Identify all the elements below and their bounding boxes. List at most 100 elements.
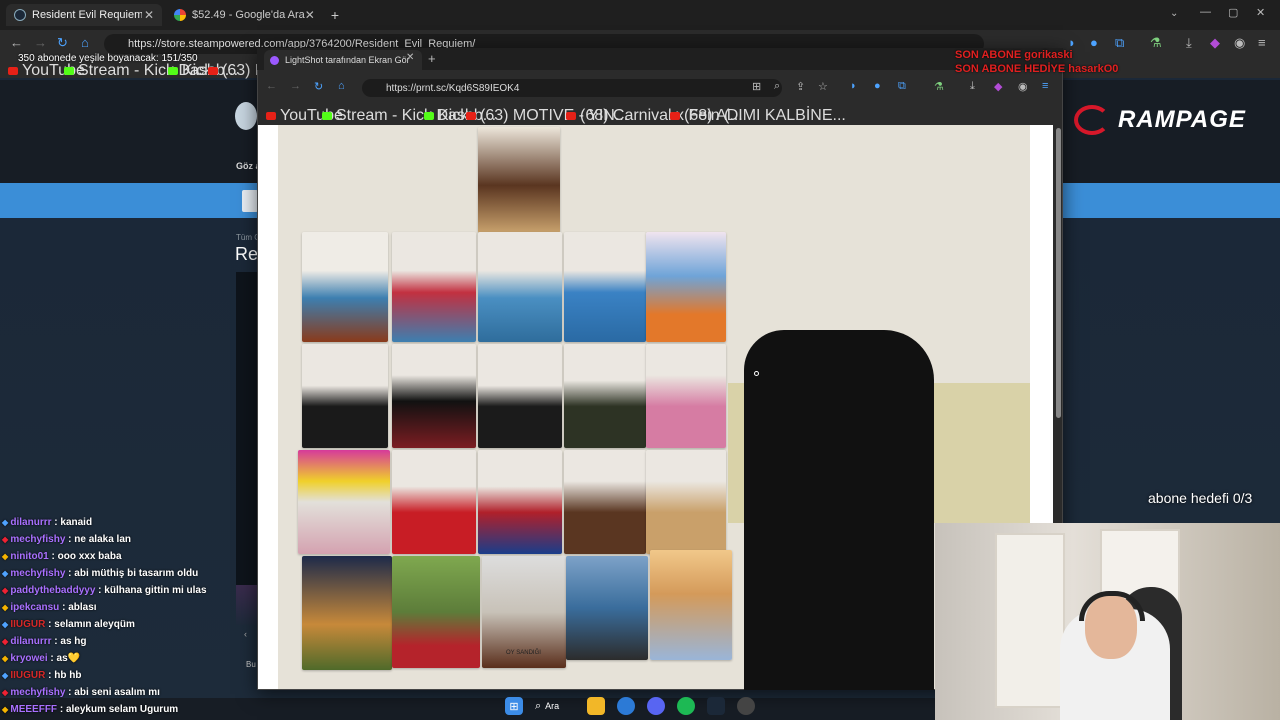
rampage-logo-icon [1074, 105, 1110, 135]
new-tab-button[interactable]: + [326, 4, 344, 26]
close-window-icon[interactable]: ✕ [1256, 6, 1265, 19]
google-favicon-icon [174, 9, 186, 21]
kick-icon [64, 67, 74, 75]
start-icon[interactable]: ⊞ [505, 697, 523, 715]
new-tab-button[interactable]: + [428, 51, 436, 66]
chat-username[interactable]: mechyfishy [10, 568, 65, 579]
chat-message: ◆ IIUGUR : hb hb [2, 670, 81, 681]
last-gift-subscriber-text: SON ABONE HEDİYE hasarkO0 [955, 63, 1119, 75]
tab-steam[interactable]: Resident Evil Requiem Steam'd ✕ [6, 4, 162, 26]
rampage-wordmark: RAMPAGE [1118, 106, 1246, 133]
chat-username[interactable]: IIUGUR [10, 670, 45, 681]
steam-icon[interactable] [707, 697, 725, 715]
child-photo [298, 450, 390, 554]
chat-username[interactable]: MEEEFFF [10, 704, 57, 715]
mouse-cursor-icon [754, 371, 759, 376]
download-icon[interactable]: ⤓ [1186, 35, 1192, 51]
discord-icon[interactable] [647, 697, 665, 715]
youtube-icon [670, 112, 680, 120]
child-photo [646, 344, 726, 448]
tab-search-icon[interactable]: ⌄ [1170, 8, 1178, 19]
carousel-left-icon[interactable]: ‹ [244, 629, 247, 639]
steam-logo-icon[interactable] [235, 102, 257, 130]
extension-icon[interactable]: ◗ [850, 80, 857, 92]
reload-icon[interactable]: ↻ [314, 80, 323, 93]
chat-username[interactable]: dilanurrr [10, 636, 51, 647]
scrollbar[interactable] [1056, 128, 1061, 418]
chat-username[interactable]: dilanurrr [10, 517, 51, 528]
child-photo [302, 556, 392, 670]
menu-icon[interactable]: ≡ [1042, 80, 1048, 92]
chat-username[interactable]: ninito01 [10, 551, 48, 562]
chat-separator: : [95, 585, 105, 596]
home-icon[interactable]: ⌂ [338, 80, 345, 92]
child-photo [302, 232, 388, 342]
taskbar-search[interactable]: ⌕ Ara [535, 697, 575, 715]
install-app-icon[interactable]: ⊞ [752, 80, 761, 93]
bookmark-label: (68) ADIMI KALBİNE... [684, 107, 846, 124]
image-border [258, 125, 278, 689]
flask-icon[interactable]: ⚗ [934, 80, 944, 93]
child-photo [564, 450, 646, 554]
chat-text: ooo xxx baba [57, 551, 122, 562]
chat-text: as hg [60, 636, 87, 647]
inner-address-bar[interactable]: https://prnt.sc/Kqd6S89IEOK4 [362, 79, 782, 97]
chat-message: ◆ paddythebaddyyy : külhana gittin mi ul… [2, 585, 207, 596]
profile-icon[interactable]: ◉ [1234, 35, 1245, 51]
menu-icon[interactable]: ≡ [1258, 35, 1266, 50]
chat-username[interactable]: kryowei [10, 653, 47, 664]
subscriber-goal: abone hedefi 0/3 [1148, 490, 1253, 506]
forward-icon[interactable]: → [290, 80, 301, 92]
youtube-icon [566, 112, 576, 120]
extension-icon[interactable]: ◆ [994, 80, 1002, 93]
download-icon[interactable]: ⤓ [970, 80, 975, 93]
bookmark-adimi-kalbine[interactable]: (68) ADIMI KALBİNE... [670, 107, 846, 125]
tab-google[interactable]: $52.49 - Google'da Ara ✕ [166, 4, 322, 26]
chat-separator: : [45, 619, 55, 630]
bookmark-kick[interactable]: Kick [168, 62, 212, 80]
extension-icon[interactable]: ◆ [1210, 35, 1220, 51]
tab-lightshot[interactable]: LightShot tarafından Ekran Gör [264, 50, 422, 70]
close-tab-icon[interactable]: ✕ [144, 8, 154, 22]
youtube-icon [8, 67, 18, 75]
forward-icon[interactable]: → [34, 35, 47, 50]
chat-username[interactable]: IIUGUR [10, 619, 45, 630]
chat-separator: : [65, 534, 75, 545]
chat-username[interactable]: paddythebaddyyy [10, 585, 95, 596]
close-tab-icon[interactable]: ✕ [406, 52, 414, 63]
kick-icon [322, 112, 332, 120]
child-photo [392, 556, 480, 668]
child-photo [392, 232, 476, 342]
share-icon[interactable]: ⇪ [796, 80, 805, 93]
zoom-icon[interactable]: ⌕ [774, 80, 780, 93]
reload-icon[interactable]: ↻ [57, 35, 68, 51]
child-photo [646, 450, 726, 554]
back-icon[interactable]: ← [266, 80, 277, 92]
settings-icon[interactable] [737, 697, 755, 715]
bookmark-star-icon[interactable]: ☆ [818, 80, 828, 93]
subscriber-progress-overlay: 350 abonede yeşile boyanacak: 151/350 [18, 53, 198, 64]
puzzle-icon[interactable]: ⧉ [898, 80, 906, 93]
browser-icon[interactable] [617, 697, 635, 715]
maximize-icon[interactable]: ▢ [1228, 6, 1238, 19]
flask-icon[interactable]: ⚗ [1150, 35, 1162, 51]
steam-store-button[interactable] [242, 190, 258, 212]
last-subscriber-text: SON ABONE gorikaski [955, 49, 1073, 61]
bookmark-kick[interactable]: Kick [424, 107, 468, 125]
back-icon[interactable]: ← [10, 35, 23, 50]
chat-username[interactable]: mechyfishy [10, 687, 65, 698]
close-tab-icon[interactable]: ✕ [305, 8, 315, 22]
youtube-icon [208, 67, 218, 75]
spotify-icon[interactable] [677, 697, 695, 715]
chat-message: ◆ ninito01 : ooo xxx baba [2, 551, 122, 562]
url-text: https://prnt.sc/Kqd6S89IEOK4 [386, 82, 520, 94]
child-photo [564, 232, 646, 342]
file-explorer-icon[interactable] [587, 697, 605, 715]
profile-icon[interactable]: ◉ [1018, 80, 1028, 93]
chat-username[interactable]: mechyfishy [10, 534, 65, 545]
minimize-icon[interactable]: — [1200, 6, 1211, 18]
child-photo [478, 450, 562, 554]
home-icon[interactable]: ⌂ [81, 35, 89, 50]
chat-username[interactable]: ipekcansu [10, 602, 59, 613]
extension-icon[interactable]: ● [874, 80, 881, 92]
